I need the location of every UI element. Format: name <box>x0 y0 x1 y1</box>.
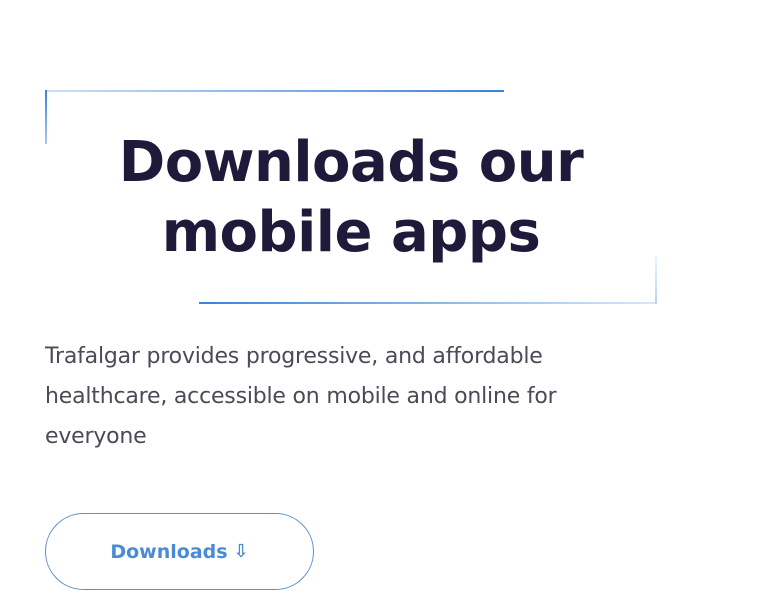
section-headline: Downloads our mobile apps <box>76 128 626 268</box>
section-description: Trafalgar provides progressive, and affo… <box>45 344 557 449</box>
download-apps-section: Downloads our mobile apps Trafalgar prov… <box>0 0 770 601</box>
frame-line-bottom <box>199 302 657 304</box>
headline-line-1: Downloads our <box>118 130 584 195</box>
headline-line-2: mobile apps <box>161 200 541 265</box>
frame-line-left <box>45 90 47 144</box>
download-arrow-icon: ⇩ <box>233 540 249 562</box>
frame-line-top <box>45 90 504 92</box>
frame-line-right <box>655 256 657 304</box>
downloads-button[interactable]: Downloads ⇩ <box>45 513 314 590</box>
downloads-button-label: Downloads <box>110 540 228 563</box>
